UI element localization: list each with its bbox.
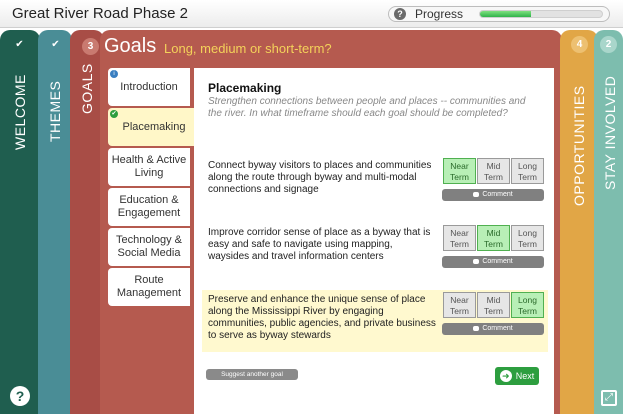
goals-panel: 3 Goals Long, medium or short-term? i In… (82, 30, 562, 414)
tab-themes-label: THEMES (47, 80, 63, 142)
comment-button[interactable]: Comment (442, 256, 544, 268)
progress-indicator: ? Progress (388, 6, 610, 22)
progress-bar-fill (480, 11, 532, 17)
goal-row: Preserve and enhance the unique sense of… (202, 290, 548, 352)
top-bar: Great River Road Phase 2 ? Progress (0, 0, 623, 28)
goal-category-education[interactable]: Education & Engagement (108, 188, 190, 226)
section-description: Strengthen connections between people an… (208, 96, 526, 119)
goal-category-list: i Introduction ✔ Placemaking Health & Ac… (108, 68, 200, 308)
goal-category-placemaking[interactable]: ✔ Placemaking (108, 108, 200, 146)
mid-term-button[interactable]: Mid Term (477, 158, 510, 184)
opportunities-step-badge: 4 (571, 36, 588, 53)
stay-involved-step-badge: 2 (600, 36, 617, 53)
long-term-button[interactable]: Long Term (511, 158, 544, 184)
goal-category-technology[interactable]: Technology & Social Media (108, 228, 190, 266)
arrow-right-icon: ➜ (499, 370, 512, 382)
goal-category-label: Introduction (120, 80, 178, 93)
next-button[interactable]: ➜ Next (495, 367, 539, 385)
goal-category-label: Placemaking (122, 120, 186, 133)
goal-category-health[interactable]: Health & Active Living (108, 148, 190, 186)
goal-category-label: Health & Active Living (111, 154, 187, 179)
near-term-button[interactable]: Near Term (443, 158, 476, 184)
suggest-goal-label: Suggest another goal (221, 371, 283, 378)
term-selector: Near Term Mid Term Long Term (442, 292, 544, 318)
goals-step-badge: 3 (82, 38, 99, 55)
goal-text: Preserve and enhance the unique sense of… (208, 294, 436, 341)
comment-icon (473, 325, 480, 331)
long-term-button[interactable]: Long Term (511, 292, 544, 318)
tab-welcome-label: WELCOME (12, 74, 28, 150)
check-icon: ✔ (15, 39, 24, 50)
help-icon[interactable]: ? (10, 386, 30, 406)
comment-label: Comment (482, 258, 513, 265)
tab-stay-involved-label: STAY INVOLVED (602, 75, 618, 190)
comment-button[interactable]: Comment (442, 323, 544, 335)
goals-content: Placemaking Strengthen connections betwe… (194, 68, 554, 414)
question-icon[interactable]: ? (394, 8, 406, 20)
goal-text: Connect byway visitors to places and com… (208, 160, 432, 195)
tab-themes[interactable]: ✔ THEMES (38, 30, 72, 414)
mid-term-button[interactable]: Mid Term (477, 225, 510, 251)
tab-opportunities-label: OPPORTUNITIES (571, 85, 587, 206)
goals-title: Goals (104, 35, 157, 57)
goal-category-label: Technology & Social Media (115, 234, 183, 259)
next-label: Next (515, 371, 535, 381)
term-selector: Near Term Mid Term Long Term (442, 158, 544, 184)
comment-button[interactable]: Comment (442, 189, 544, 201)
tab-welcome[interactable]: ✔ WELCOME ? (0, 30, 40, 414)
tab-goals[interactable]: GOALS (70, 30, 104, 414)
near-term-button[interactable]: Near Term (443, 225, 476, 251)
comment-icon (473, 258, 480, 264)
progress-label: Progress (415, 7, 464, 21)
check-icon: ✔ (110, 110, 118, 118)
goal-category-route-management[interactable]: Route Management (108, 268, 190, 306)
tab-opportunities[interactable]: 4 OPPORTUNITIES (560, 30, 598, 414)
goal-category-label: Route Management (116, 274, 182, 299)
progress-bar (479, 10, 603, 18)
expand-icon[interactable]: ⤢ (601, 390, 617, 406)
goal-category-introduction[interactable]: i Introduction (108, 68, 190, 106)
goal-row: Improve corridor sense of place as a byw… (202, 223, 548, 283)
goal-text: Improve corridor sense of place as a byw… (208, 227, 431, 262)
section-title: Placemaking (208, 81, 282, 95)
check-icon: ✔ (51, 39, 60, 50)
comment-label: Comment (482, 325, 513, 332)
goals-header: 3 Goals Long, medium or short-term? (82, 30, 562, 64)
tab-stay-involved[interactable]: 2 STAY INVOLVED ⤢ (594, 30, 623, 414)
goal-row: Connect byway visitors to places and com… (202, 156, 548, 216)
goal-category-label: Education & Engagement (117, 194, 181, 219)
suggest-goal-button[interactable]: Suggest another goal (206, 369, 298, 380)
app-title: Great River Road Phase 2 (12, 5, 188, 22)
tab-goals-label: GOALS (79, 63, 95, 114)
term-selector: Near Term Mid Term Long Term (442, 225, 544, 251)
comment-icon (473, 191, 480, 197)
near-term-button[interactable]: Near Term (443, 292, 476, 318)
comment-label: Comment (482, 191, 513, 198)
long-term-button[interactable]: Long Term (511, 225, 544, 251)
mid-term-button[interactable]: Mid Term (477, 292, 510, 318)
goals-subtitle: Long, medium or short-term? (164, 41, 332, 56)
info-icon: i (110, 70, 118, 78)
